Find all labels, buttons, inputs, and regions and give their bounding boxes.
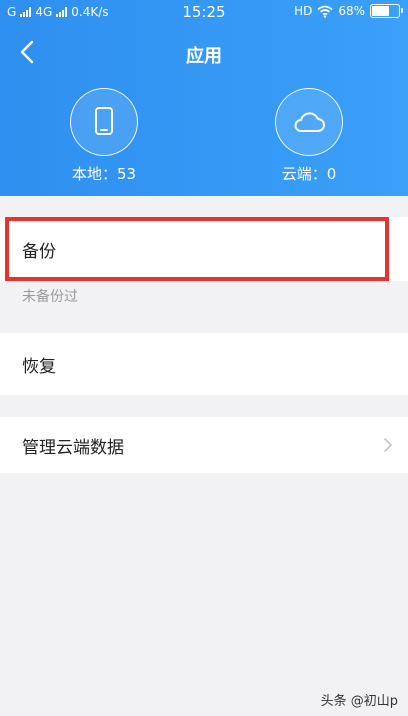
- restore-label: 恢复: [22, 356, 56, 377]
- backup-item[interactable]: 备份: [0, 217, 408, 281]
- battery-percent: 68%: [338, 4, 365, 18]
- cloud-count-label: 云端：0: [281, 165, 337, 183]
- cloud-apps-button[interactable]: [275, 88, 343, 156]
- wifi-icon: [317, 5, 333, 18]
- local-apps-button[interactable]: [70, 88, 138, 156]
- status-bar: G 4G 0.4K/s 15:25 HD 68%: [0, 0, 408, 26]
- cloud-icon: [294, 112, 325, 132]
- manage-cloud-data-item[interactable]: 管理云端数据: [0, 417, 408, 473]
- manage-cloud-data-label: 管理云端数据: [22, 437, 124, 458]
- restore-item[interactable]: 恢复: [0, 333, 408, 395]
- hd-label: HD: [294, 4, 313, 18]
- backup-status-note: 未备份过: [22, 289, 78, 305]
- page-title: 应用: [186, 46, 222, 67]
- battery-icon: [370, 4, 403, 18]
- local-count-label: 本地：53: [71, 165, 137, 183]
- header: G 4G 0.4K/s 15:25 HD 68% 应用 本地：53 云端：0: [0, 0, 408, 196]
- chevron-right-icon: [384, 438, 392, 452]
- watermark: 头条 @初山p: [320, 694, 398, 709]
- phone-icon: [95, 107, 113, 135]
- backup-label: 备份: [22, 241, 56, 262]
- status-right: HD 68%: [294, 4, 403, 18]
